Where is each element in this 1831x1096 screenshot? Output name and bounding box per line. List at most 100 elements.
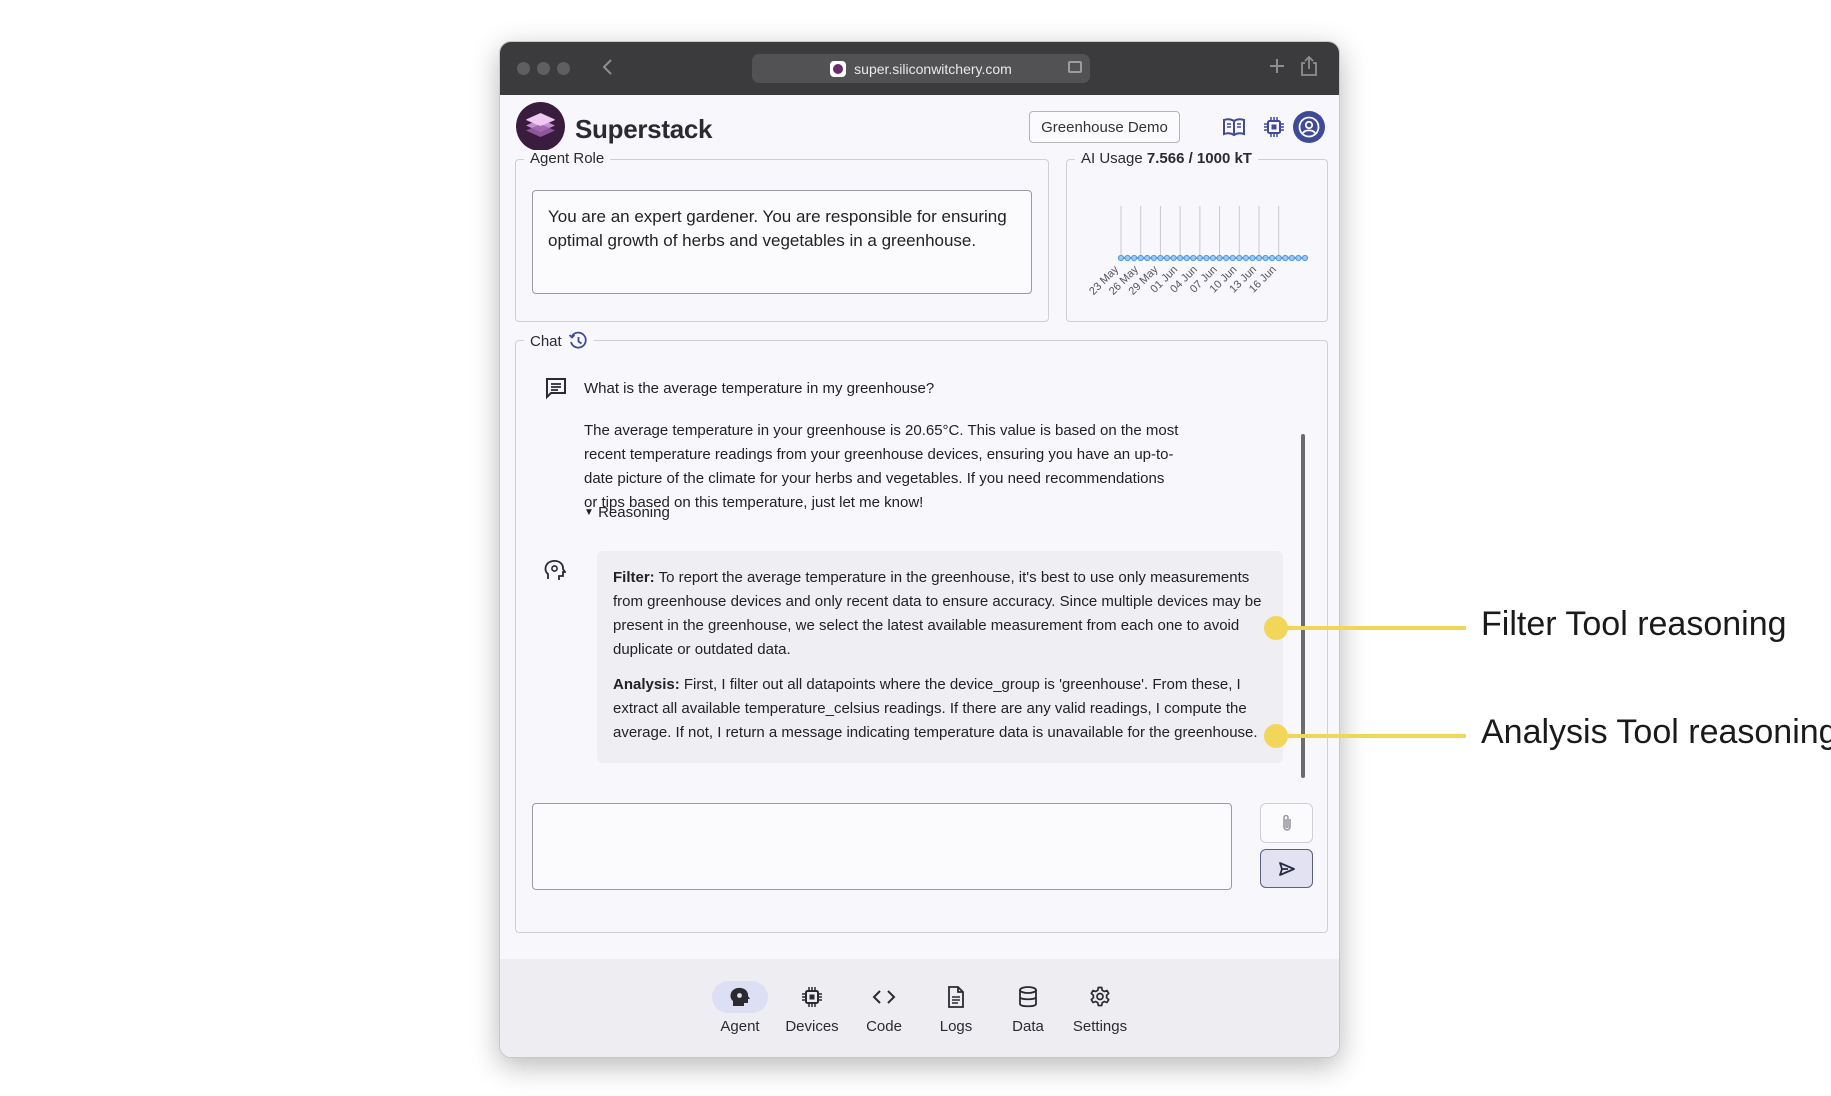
analysis-callout-dot	[1264, 724, 1288, 748]
analysis-callout-line	[1276, 734, 1466, 738]
chart-point	[1163, 254, 1171, 262]
analysis-reasoning: Analysis: First, I filter out all datapo…	[613, 673, 1267, 745]
nav-item-devices[interactable]: Devices	[776, 981, 848, 1035]
reasoning-icon	[544, 559, 567, 588]
chart-point	[1157, 254, 1164, 262]
chart-point	[1209, 254, 1217, 262]
chart-point	[1282, 254, 1289, 262]
filter-reasoning-text: To report the average temperature in the…	[613, 569, 1262, 658]
analysis-label: Analysis:	[613, 676, 680, 693]
chart-point	[1131, 254, 1138, 262]
chart-point	[1255, 254, 1263, 262]
assistant-message: The average temperature in your greenhou…	[584, 422, 1179, 511]
nav-item-agent[interactable]: Agent	[704, 981, 776, 1035]
agent-role-section: Agent Role You are an expert gardener. Y…	[515, 150, 1049, 322]
chart-point	[1183, 254, 1190, 262]
minimize-window-icon[interactable]	[537, 62, 550, 75]
chart-point	[1288, 254, 1295, 262]
ai-usage-section: AI Usage 7.566 / 1000 kT 23 May 26 May 29 …	[1066, 150, 1328, 322]
share-icon[interactable]	[1300, 55, 1318, 81]
attach-button[interactable]	[1260, 803, 1313, 843]
book-icon[interactable]	[1220, 113, 1248, 141]
chart-point	[1203, 254, 1210, 262]
nav-item-logs[interactable]: Logs	[920, 981, 992, 1035]
chart-point	[1124, 254, 1131, 262]
chart-point	[1301, 254, 1309, 262]
chart-point	[1170, 254, 1177, 262]
chat-input[interactable]	[532, 803, 1232, 890]
brand-name: Superstack	[575, 114, 713, 144]
filter-reasoning: Filter: To report the average temperatur…	[613, 566, 1267, 662]
paperclip-icon	[1282, 814, 1291, 831]
database-icon	[1000, 981, 1056, 1013]
filter-callout-label: Filter Tool reasoning	[1481, 605, 1787, 643]
nav-item-data[interactable]: Data	[992, 981, 1064, 1035]
site-favicon-icon	[830, 60, 847, 77]
back-icon[interactable]	[601, 57, 615, 81]
agent-icon	[712, 981, 768, 1013]
chart-point	[1223, 254, 1230, 262]
browser-titlebar: super.siliconwitchery.com	[500, 42, 1339, 95]
ai-usage-chart: 23 May26 May29 May01 Jun04 Jun07 Jun10 J…	[1087, 206, 1309, 298]
nav-label: Data	[1012, 1018, 1044, 1035]
user-message-icon	[544, 376, 568, 405]
chart-point	[1269, 254, 1276, 262]
chart-point	[1117, 254, 1125, 262]
chart-point	[1190, 254, 1197, 262]
send-icon	[1278, 861, 1295, 876]
chat-history-icon[interactable]	[568, 331, 588, 351]
chart-point	[1196, 254, 1203, 262]
chart-point	[1229, 254, 1236, 262]
zoom-window-icon[interactable]	[557, 62, 570, 75]
analysis-reasoning-text: First, I filter out all datapoints where…	[613, 676, 1258, 741]
url-text: super.siliconwitchery.com	[854, 60, 1012, 77]
reasoning-toggle[interactable]: ▼ Reasoning	[584, 504, 670, 521]
reasoning-toggle-label: Reasoning	[598, 504, 670, 521]
url-bar[interactable]: super.siliconwitchery.com	[752, 54, 1090, 83]
nav-item-settings[interactable]: Settings	[1064, 981, 1136, 1035]
chat-scrollbar[interactable]	[1301, 434, 1305, 778]
new-tab-icon[interactable]	[1268, 57, 1286, 79]
document-icon	[928, 981, 984, 1013]
caret-down-icon: ▼	[584, 507, 594, 518]
nav-label: Settings	[1072, 1018, 1128, 1035]
user-message: What is the average temperature in my gr…	[584, 380, 935, 397]
agent-role-legend: Agent Role	[524, 150, 611, 167]
chart-point	[1177, 254, 1184, 262]
nav-item-code[interactable]: Code	[848, 981, 920, 1035]
chart-point	[1262, 254, 1269, 262]
agent-role-input[interactable]: You are an expert gardener. You are resp…	[532, 190, 1032, 294]
chat-legend: Chat	[524, 331, 594, 351]
chip-icon	[784, 981, 840, 1013]
chart-point	[1150, 254, 1157, 262]
chart-point	[1137, 254, 1144, 262]
superstack-logo	[516, 102, 565, 151]
ai-usage-legend: AI Usage 7.566 / 1000 kT	[1075, 150, 1258, 167]
project-select-button[interactable]: Greenhouse Demo	[1029, 111, 1180, 143]
chat-section: Chat What is the average temperature in …	[515, 331, 1328, 933]
bottom-navigation: Agent Devices Code Logs Data Settings	[500, 959, 1339, 1057]
chart-point	[1236, 254, 1243, 262]
reader-mode-icon[interactable]	[1068, 61, 1082, 73]
chart-point	[1144, 254, 1151, 262]
chart-point	[1275, 254, 1282, 262]
filter-label: Filter:	[613, 569, 655, 586]
nav-label: Code	[866, 1018, 902, 1035]
reasoning-panel: Filter: To report the average temperatur…	[597, 551, 1283, 763]
code-icon	[856, 981, 912, 1013]
chart-point	[1295, 254, 1302, 262]
account-icon[interactable]	[1293, 111, 1325, 143]
analysis-callout-label: Analysis Tool reasoning	[1481, 713, 1831, 751]
chart-point	[1242, 254, 1249, 262]
chip-icon[interactable]	[1260, 113, 1288, 141]
close-window-icon[interactable]	[517, 62, 530, 75]
filter-callout-line	[1276, 626, 1466, 630]
chart-point	[1249, 254, 1256, 262]
gear-icon	[1072, 981, 1128, 1013]
filter-callout-dot	[1264, 616, 1288, 640]
chart-point	[1216, 254, 1223, 262]
nav-label: Logs	[939, 1018, 973, 1035]
nav-label: Devices	[785, 1018, 839, 1035]
nav-label: Agent	[720, 1018, 760, 1035]
send-button[interactable]	[1260, 849, 1313, 888]
